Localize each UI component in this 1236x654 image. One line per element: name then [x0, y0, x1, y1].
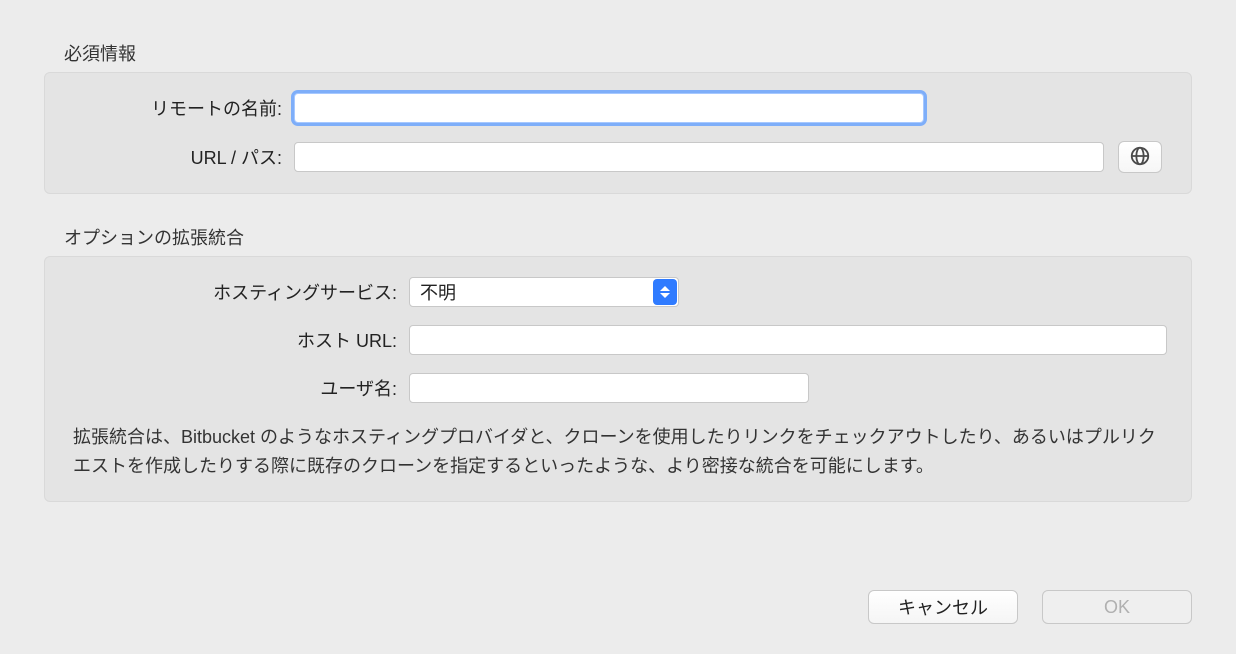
url-path-row: URL / パス:	[69, 141, 1167, 173]
url-path-label: URL / パス:	[69, 144, 294, 170]
dialog-footer: キャンセル OK	[868, 590, 1192, 624]
host-url-row: ホスト URL:	[69, 325, 1167, 355]
username-row: ユーザ名:	[69, 373, 1167, 403]
globe-icon	[1129, 145, 1151, 170]
dialog-content: 必須情報 リモートの名前: URL / パス: オプションの拡張統合	[0, 0, 1236, 502]
host-url-input[interactable]	[409, 325, 1167, 355]
host-url-label: ホスト URL:	[69, 327, 409, 353]
optional-section-title: オプションの拡張統合	[64, 224, 1192, 250]
optional-panel: ホスティングサービス: 不明 ホスト URL: ユーザ名: 拡張統合は、Bitb…	[44, 256, 1192, 502]
hosting-service-value: 不明	[420, 279, 456, 305]
required-section-title: 必須情報	[64, 40, 1192, 66]
url-path-input[interactable]	[294, 142, 1104, 172]
integration-description: 拡張統合は、Bitbucket のようなホスティングプロバイダと、クローンを使用…	[69, 423, 1167, 481]
ok-button: OK	[1042, 590, 1192, 624]
required-panel: リモートの名前: URL / パス:	[44, 72, 1192, 194]
cancel-button[interactable]: キャンセル	[868, 590, 1018, 624]
hosting-service-row: ホスティングサービス: 不明	[69, 277, 1167, 307]
remote-name-row: リモートの名前:	[69, 93, 1167, 123]
username-label: ユーザ名:	[69, 375, 409, 401]
browse-remote-button[interactable]	[1118, 141, 1162, 173]
hosting-service-label: ホスティングサービス:	[69, 279, 409, 305]
remote-name-input[interactable]	[294, 93, 924, 123]
remote-name-label: リモートの名前:	[69, 95, 294, 121]
username-input[interactable]	[409, 373, 809, 403]
hosting-service-select[interactable]: 不明	[409, 277, 679, 307]
